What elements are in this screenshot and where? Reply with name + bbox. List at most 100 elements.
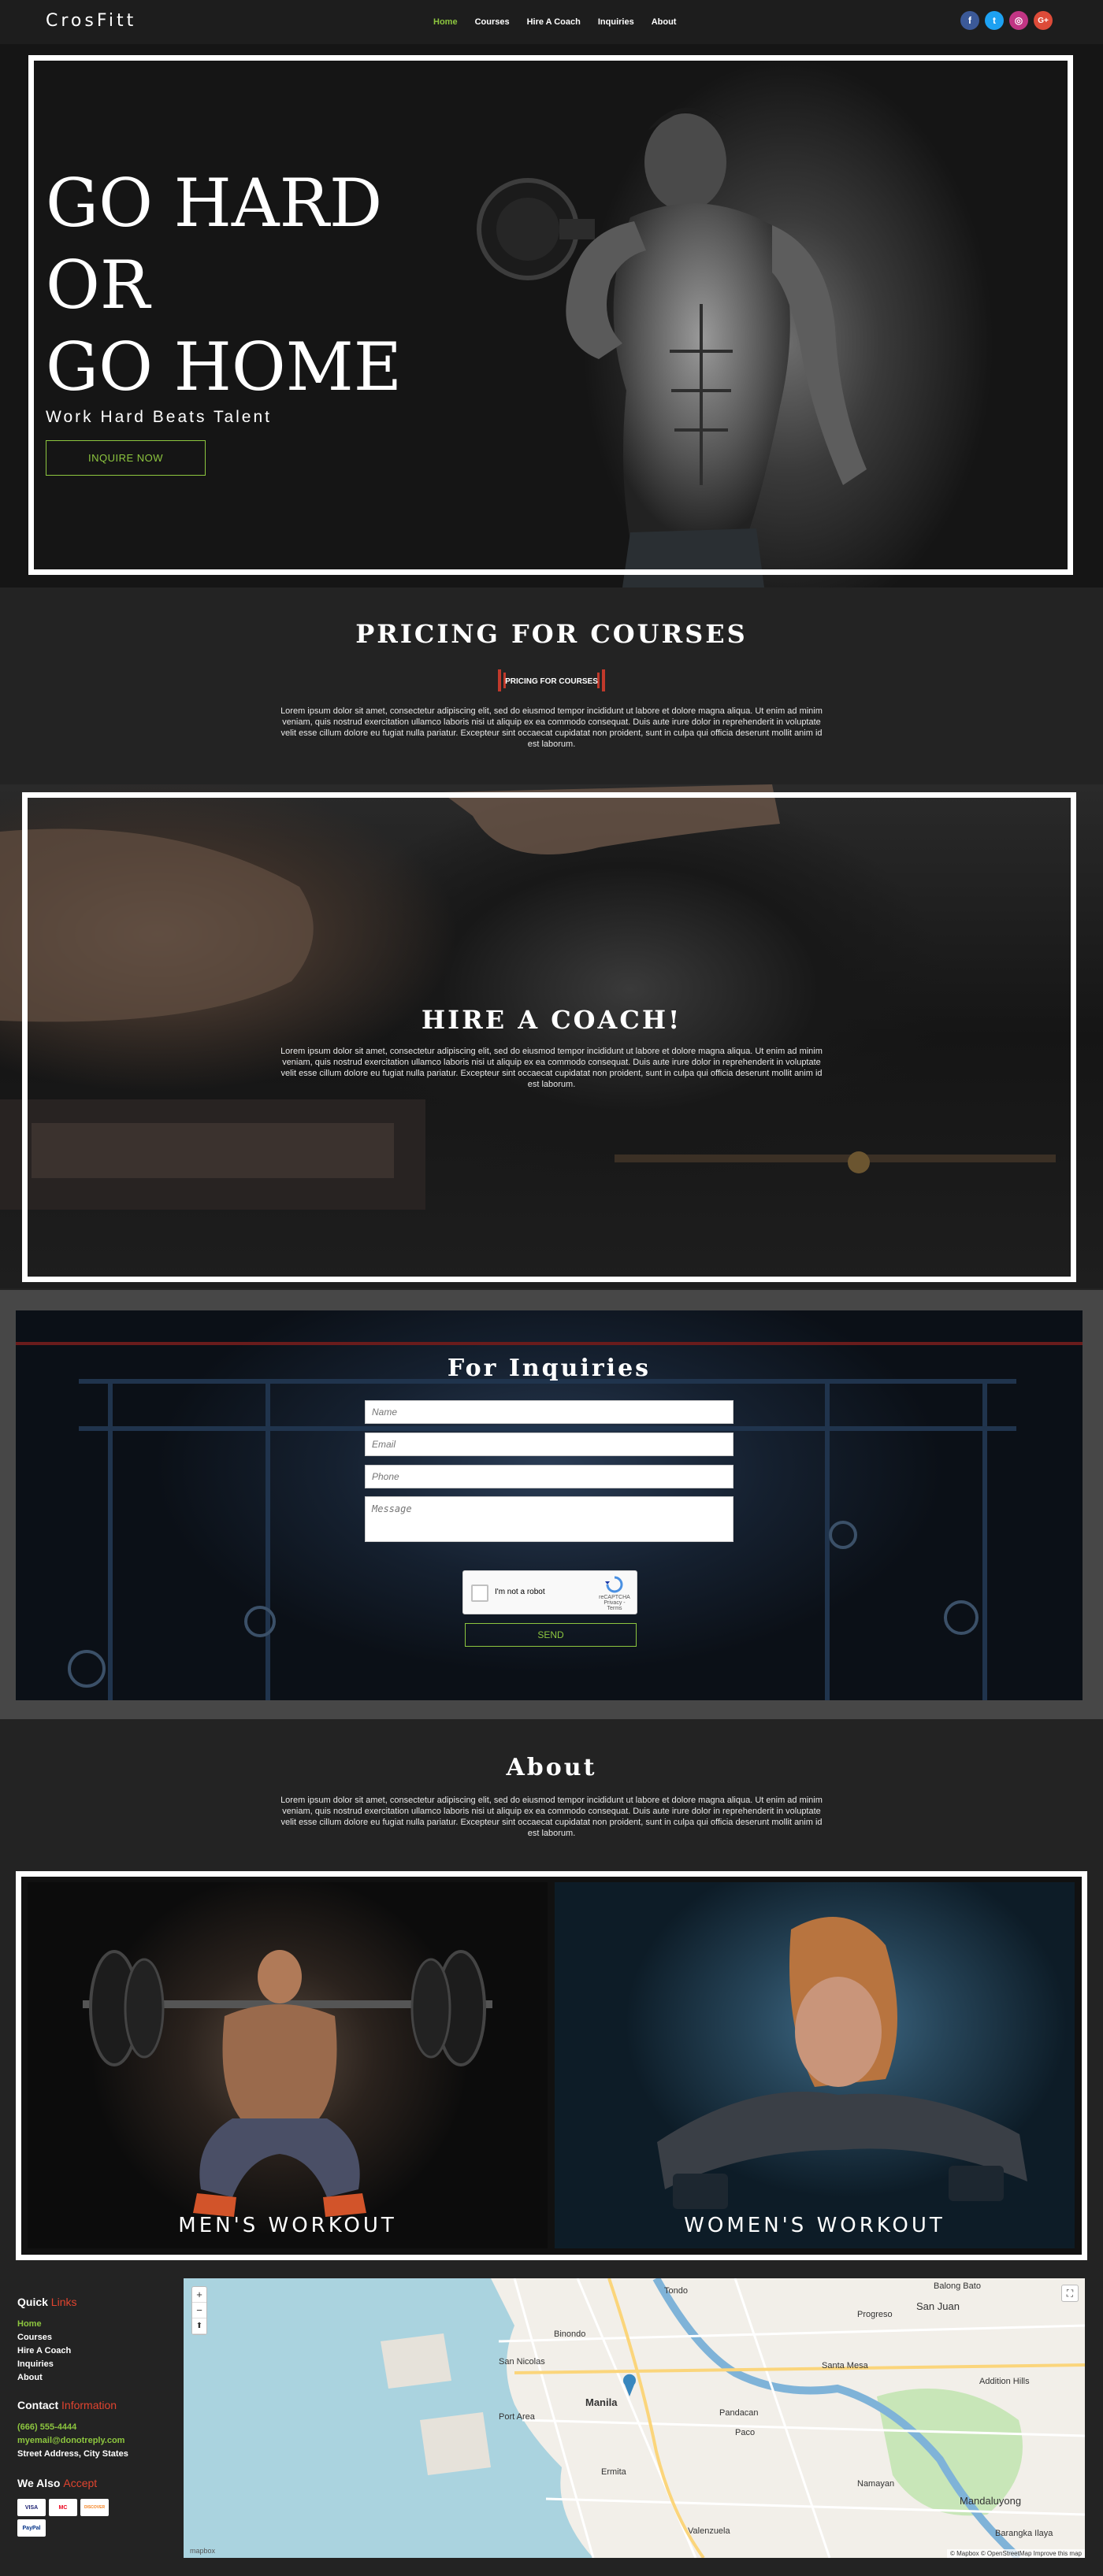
inquire-now-button[interactable]: INQUIRE NOW xyxy=(46,440,206,476)
footer-link-about[interactable]: About xyxy=(17,2371,175,2385)
womens-workout-image xyxy=(657,1917,1027,2209)
hire-coach-section: HIRE A COACH! Lorem ipsum dolor sit amet… xyxy=(0,784,1103,1288)
accept-heading: We Also Accept xyxy=(17,2477,175,2489)
map-tiles xyxy=(184,2278,1085,2558)
map-label: Pandacan xyxy=(719,2408,759,2418)
send-button[interactable]: SEND xyxy=(465,1623,637,1647)
recaptcha-checkbox[interactable] xyxy=(471,1585,488,1602)
mastercard-icon: MC xyxy=(49,2499,77,2516)
about-title: About xyxy=(506,1754,597,1781)
contact-heading: Contact Information xyxy=(17,2399,175,2411)
pricing-description: Lorem ipsum dolor sit amet, consectetur … xyxy=(280,706,823,749)
hero-section: GO HARD OR GO HOME Work Hard Beats Talen… xyxy=(0,44,1103,587)
map-label: Namayan xyxy=(857,2479,895,2489)
mens-workout-image xyxy=(83,1950,492,2217)
map-label: Ermita xyxy=(601,2467,626,2477)
social-links: f t ◎ G+ xyxy=(960,11,1053,30)
hero-headline-line-3: GO HOME xyxy=(46,328,403,406)
fullscreen-icon[interactable]: ⛶ xyxy=(1061,2285,1079,2302)
coach-frame xyxy=(22,792,1076,1282)
map-label: Manila xyxy=(585,2396,618,2408)
map-label: Valenzuela xyxy=(688,2526,730,2536)
twitter-icon[interactable]: t xyxy=(985,11,1004,30)
accept-heading-accent: Accept xyxy=(63,2477,98,2489)
contact-email[interactable]: myemail@donotreply.com xyxy=(17,2434,175,2448)
hero-headline: GO HARD OR GO HOME xyxy=(46,162,402,408)
accept-heading-text: We Also xyxy=(17,2477,61,2489)
mens-workout-card[interactable]: MEN'S WORKOUT xyxy=(28,1882,548,2248)
message-field[interactable] xyxy=(365,1496,733,1542)
about-description: Lorem ipsum dolor sit amet, consectetur … xyxy=(280,1796,823,1838)
map-attribution[interactable]: © Mapbox © OpenStreetMap Improve this ma… xyxy=(947,2549,1085,2558)
facebook-icon[interactable]: f xyxy=(960,11,979,30)
zoom-out-button[interactable]: − xyxy=(192,2303,206,2318)
pricing-title: PRICING FOR COURSES xyxy=(355,619,748,649)
womens-workout-card[interactable]: WOMEN'S WORKOUT xyxy=(555,1882,1075,2248)
coach-title: HIRE A COACH! xyxy=(421,1005,682,1035)
navbar: CrosFitt Home Courses Hire A Coach Inqui… xyxy=(0,0,1103,44)
contact-phone[interactable]: (666) 555-4444 xyxy=(17,2421,175,2434)
quick-links-list: Home Courses Hire A Coach Inquiries Abou… xyxy=(17,2318,175,2385)
womens-workout-label: WOMEN'S WORKOUT xyxy=(684,2214,945,2237)
footer-link-home[interactable]: Home xyxy=(17,2318,175,2331)
phone-field[interactable] xyxy=(365,1465,733,1488)
quick-links-heading: Quick Links xyxy=(17,2296,175,2308)
recaptcha-icon xyxy=(605,1576,623,1593)
pricing-logo-text: PRICING FOR COURSES xyxy=(505,677,598,686)
payment-cards: VISA MC DISCOVER PayPal xyxy=(17,2499,117,2537)
footer-info-column: Quick Links Home Courses Hire A Coach In… xyxy=(17,2296,175,2537)
about-section: About Lorem ipsum dolor sit amet, consec… xyxy=(0,1719,1103,1869)
nav-courses[interactable]: Courses xyxy=(475,17,510,27)
mapbox-logo[interactable]: mapbox xyxy=(190,2547,215,2555)
nav-about[interactable]: About xyxy=(652,17,677,27)
hero-headline-line-2: OR xyxy=(46,246,150,324)
page: CrosFitt Home Courses Hire A Coach Inqui… xyxy=(0,0,1103,2576)
hero-subtitle: Work Hard Beats Talent xyxy=(46,408,272,426)
visa-card-icon: VISA xyxy=(17,2499,46,2516)
main-nav: Home Courses Hire A Coach Inquiries Abou… xyxy=(433,17,676,27)
contact-address: Street Address, City States xyxy=(17,2449,128,2459)
brand-logo[interactable]: CrosFitt xyxy=(46,11,136,31)
name-field[interactable] xyxy=(365,1400,733,1424)
recaptcha-widget: I'm not a robot reCAPTCHA Privacy - Term… xyxy=(462,1570,637,1614)
recaptcha-links[interactable]: Privacy - Terms xyxy=(599,1600,630,1611)
nav-inquiries[interactable]: Inquiries xyxy=(598,17,634,27)
hero-headline-line-1: GO HARD xyxy=(46,165,383,242)
mens-workout-label: MEN'S WORKOUT xyxy=(178,2214,397,2237)
instagram-icon[interactable]: ◎ xyxy=(1009,11,1028,30)
map-label: Paco xyxy=(735,2428,756,2437)
map-label: Binondo xyxy=(554,2330,586,2339)
contact-heading-text: Contact xyxy=(17,2399,59,2411)
email-field[interactable] xyxy=(365,1433,733,1456)
quick-links-heading-text: Quick xyxy=(17,2296,48,2308)
location-map[interactable]: + − ⬆ ⛶ Balong Bato San Juan Progreso Ma… xyxy=(184,2278,1085,2558)
discover-card-icon: DISCOVER xyxy=(80,2499,109,2516)
map-label: Santa Mesa xyxy=(822,2361,868,2370)
google-plus-icon[interactable]: G+ xyxy=(1034,11,1053,30)
footer-link-hire-a-coach[interactable]: Hire A Coach xyxy=(17,2344,175,2358)
map-label: San Nicolas xyxy=(499,2357,545,2367)
compass-icon[interactable]: ⬆ xyxy=(192,2318,206,2334)
contact-heading-accent: Information xyxy=(61,2399,117,2411)
inquiries-panel: For Inquiries I'm not a robot reCAPTCHA … xyxy=(16,1310,1083,1700)
map-label: Tondo xyxy=(664,2286,688,2296)
map-label: Balong Bato xyxy=(934,2281,981,2291)
map-label: Barangka Ilaya xyxy=(995,2529,1053,2538)
quick-links-heading-accent: Links xyxy=(50,2296,77,2308)
map-label: Progreso xyxy=(857,2310,893,2319)
workouts-gallery: MEN'S WORKOUT WOMEN'S WORKOUT xyxy=(16,1871,1087,2260)
nav-hire-a-coach[interactable]: Hire A Coach xyxy=(527,17,581,27)
zoom-in-button[interactable]: + xyxy=(192,2287,206,2303)
paypal-icon: PayPal xyxy=(17,2519,46,2537)
map-label: Port Area xyxy=(499,2412,535,2422)
map-label: Addition Hills xyxy=(979,2377,1030,2386)
pricing-logo-icon: PRICING FOR COURSES xyxy=(498,669,605,691)
coach-description: Lorem ipsum dolor sit amet, consectetur … xyxy=(280,1047,823,1089)
footer-link-courses[interactable]: Courses xyxy=(17,2331,175,2344)
nav-home[interactable]: Home xyxy=(433,17,458,27)
recaptcha-label: I'm not a robot xyxy=(495,1588,545,1596)
map-label: San Juan xyxy=(916,2300,960,2312)
recaptcha-brand: reCAPTCHA xyxy=(599,1595,630,1600)
footer-link-inquiries[interactable]: Inquiries xyxy=(17,2358,175,2371)
inquiries-title: For Inquiries xyxy=(447,1355,652,1382)
